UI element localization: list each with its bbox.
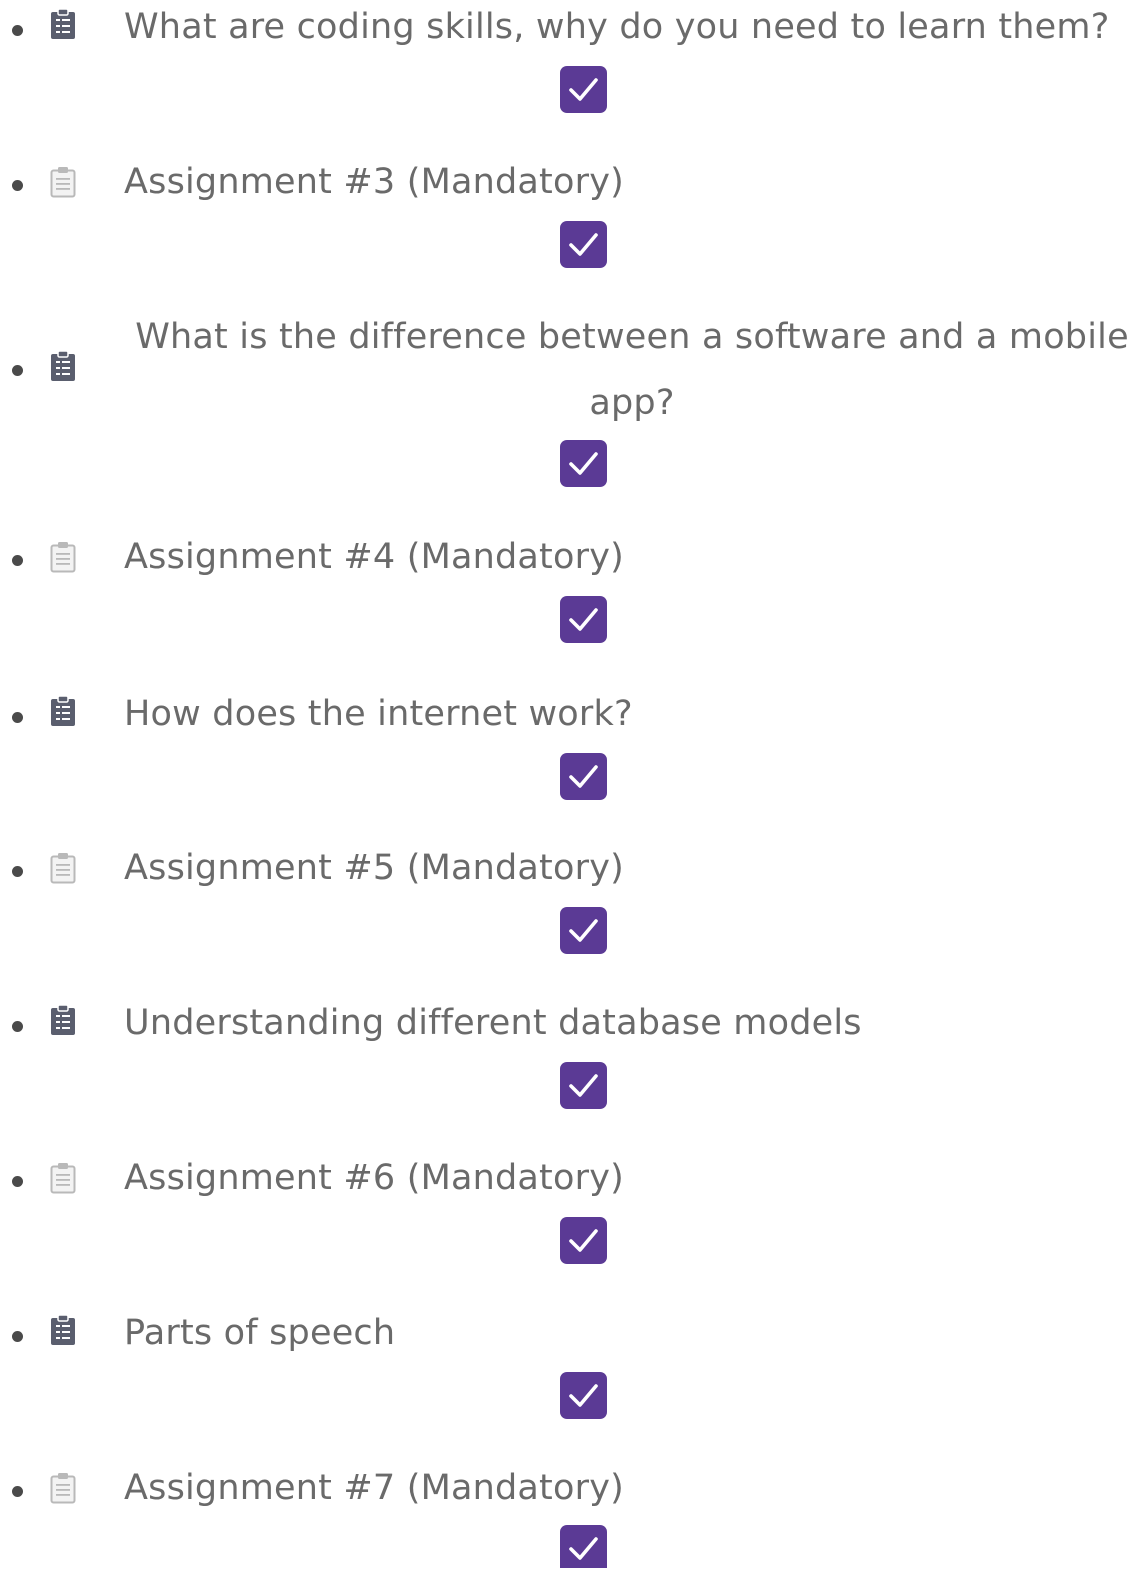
lesson-title[interactable]: What is the difference between a softwar…	[130, 304, 1134, 436]
bullet	[12, 866, 23, 877]
completed-checkbox[interactable]	[560, 1525, 607, 1568]
completed-checkbox[interactable]	[560, 1217, 607, 1264]
completed-checkbox[interactable]	[560, 1372, 607, 1419]
completed-checkbox[interactable]	[560, 1062, 607, 1109]
completed-checkbox[interactable]	[560, 66, 607, 113]
clipboard-checklist-icon	[50, 695, 76, 727]
lesson-list: What are coding skills, why do you need …	[0, 0, 1138, 1568]
clipboard-icon	[50, 541, 76, 573]
bullet	[12, 1021, 23, 1032]
completed-checkbox[interactable]	[560, 440, 607, 487]
bullet	[12, 365, 23, 376]
bullet	[12, 1176, 23, 1187]
lesson-title[interactable]: Understanding different database models	[124, 990, 862, 1056]
assignment-title[interactable]: Assignment #5 (Mandatory)	[124, 835, 624, 901]
bullet	[12, 555, 23, 566]
completed-checkbox[interactable]	[560, 753, 607, 800]
lesson-title[interactable]: Parts of speech	[124, 1300, 395, 1366]
completed-checkbox[interactable]	[560, 596, 607, 643]
clipboard-checklist-icon	[50, 350, 76, 382]
clipboard-icon	[50, 166, 76, 198]
assignment-title[interactable]: Assignment #6 (Mandatory)	[124, 1145, 624, 1211]
completed-checkbox[interactable]	[560, 221, 607, 268]
clipboard-icon	[50, 852, 76, 884]
assignment-title[interactable]: Assignment #4 (Mandatory)	[124, 524, 624, 590]
clipboard-checklist-icon	[50, 1314, 76, 1346]
bullet	[12, 25, 23, 36]
completed-checkbox[interactable]	[560, 907, 607, 954]
clipboard-icon	[50, 1162, 76, 1194]
bullet	[12, 1486, 23, 1497]
clipboard-icon	[50, 1472, 76, 1504]
assignment-title[interactable]: Assignment #3 (Mandatory)	[124, 149, 624, 215]
bullet	[12, 180, 23, 191]
lesson-title[interactable]: How does the internet work?	[124, 681, 633, 747]
lesson-title[interactable]: What are coding skills, why do you need …	[124, 0, 1110, 60]
clipboard-checklist-icon	[50, 1004, 76, 1036]
bullet	[12, 1331, 23, 1342]
clipboard-checklist-icon	[50, 8, 76, 40]
bullet	[12, 712, 23, 723]
assignment-title[interactable]: Assignment #7 (Mandatory)	[124, 1455, 624, 1521]
